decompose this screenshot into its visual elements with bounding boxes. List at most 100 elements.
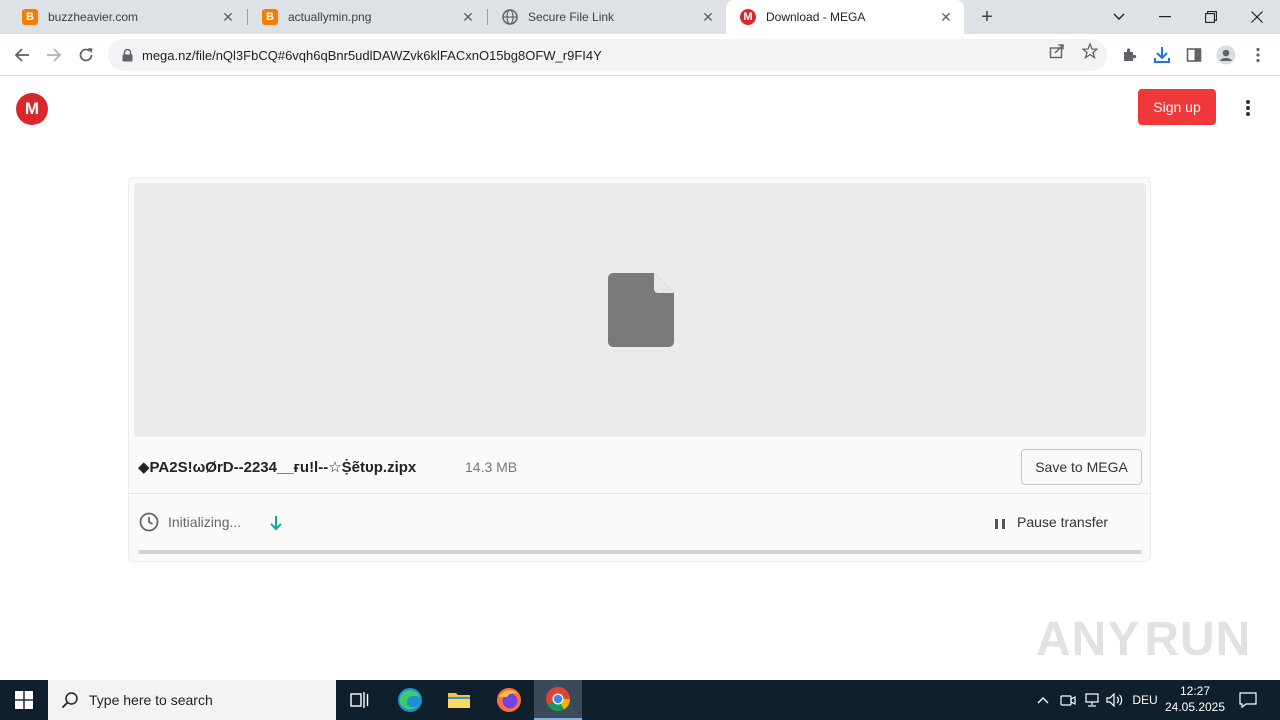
tab-secure-file-link[interactable]: Secure File Link ✕: [488, 0, 726, 34]
file-icon: [608, 273, 674, 347]
menu-dot: [1246, 112, 1250, 116]
arrow-left-icon: [14, 48, 29, 62]
chevron-up-icon: [1037, 697, 1049, 704]
minimize-button[interactable]: [1142, 0, 1188, 34]
restore-button[interactable]: [1188, 0, 1234, 34]
transfer-status: Initializing...: [168, 514, 242, 530]
camera-icon: [1060, 695, 1076, 706]
pause-icon[interactable]: [995, 519, 1005, 529]
sign-up-button[interactable]: Sign up: [1138, 89, 1216, 125]
blogger-icon: B: [262, 9, 278, 25]
file-name: ◆PA2S!ωØrD--2234__ғu!l--☆Ṩẽtυp.zipx: [138, 459, 417, 476]
page-menu-button[interactable]: [1238, 97, 1258, 119]
share-icon: [1049, 44, 1064, 59]
taskbar-search-box[interactable]: Type here to search: [48, 680, 336, 720]
meet-now-tray[interactable]: [1058, 680, 1078, 720]
show-hidden-icons-button[interactable]: [1034, 680, 1052, 720]
close-icon[interactable]: ✕: [700, 9, 716, 25]
download-card: ◆PA2S!ωØrD--2234__ғu!l--☆Ṩẽtυp.zipx 14.3…: [128, 177, 1151, 562]
watermark-text-left: ANY: [1036, 612, 1141, 666]
start-button[interactable]: [0, 680, 48, 720]
tab-title: Download - MEGA: [766, 10, 866, 24]
menu-dot: [1246, 100, 1250, 104]
minimize-icon: [1159, 16, 1171, 18]
taskbar-chrome[interactable]: [534, 680, 582, 720]
close-window-button[interactable]: [1234, 0, 1280, 34]
puzzle-icon: [1124, 48, 1137, 61]
speaker-icon: [1106, 693, 1123, 707]
side-panel-button[interactable]: [1183, 44, 1205, 66]
star-icon: [1082, 43, 1098, 59]
chrome-icon: [546, 687, 570, 712]
taskbar-edge[interactable]: [386, 680, 434, 720]
avatar-icon: [1216, 45, 1236, 65]
notifications-button[interactable]: [1236, 680, 1260, 720]
close-icon: [1251, 11, 1263, 23]
mega-icon: M: [740, 9, 756, 25]
tab-strip: B buzzheavier.com ✕ B actuallymin.png ✕ …: [0, 0, 1280, 34]
volume-tray[interactable]: [1105, 680, 1125, 720]
windows-taskbar: Type here to search DEU 12:27 24.05.2025: [0, 680, 1280, 720]
lock-icon[interactable]: [120, 48, 134, 62]
tab-title: actuallymin.png: [288, 10, 372, 24]
mega-logo[interactable]: M: [16, 93, 48, 125]
folder-icon: [448, 693, 470, 708]
kebab-menu-icon: [1256, 47, 1260, 63]
tab-title: Secure File Link: [528, 10, 615, 24]
back-button[interactable]: [8, 41, 36, 69]
arrow-right-icon: [47, 48, 62, 62]
tab-title: buzzheavier.com: [48, 10, 139, 24]
tab-buzzheavier[interactable]: B buzzheavier.com ✕: [8, 0, 246, 34]
browser-toolbar: mega.nz/file/nQl3FbCQ#6vqh6qBnr5udlDAWZv…: [0, 34, 1280, 76]
network-tray[interactable]: [1082, 680, 1102, 720]
menu-dot: [1246, 106, 1250, 110]
arrow-down-icon: [270, 516, 282, 531]
tab-download-mega[interactable]: M Download - MEGA ✕: [726, 0, 964, 34]
downloads-button[interactable]: [1151, 44, 1173, 66]
file-size: 14.3 MB: [465, 459, 518, 475]
profile-button[interactable]: [1215, 44, 1237, 66]
new-tab-button[interactable]: +: [976, 6, 998, 28]
transfer-status-row: Initializing... Pause transfer: [129, 495, 1150, 554]
globe-icon: [502, 9, 518, 25]
taskbar-clock[interactable]: 12:27 24.05.2025: [1160, 683, 1230, 715]
language-indicator[interactable]: DEU: [1130, 680, 1160, 720]
close-icon[interactable]: ✕: [460, 9, 476, 25]
extensions-button[interactable]: [1119, 44, 1141, 66]
file-info-row: ◆PA2S!ωØrD--2234__ғu!l--☆Ṩẽtυp.zipx 14.3…: [129, 440, 1150, 494]
search-icon: [61, 692, 78, 709]
clock-time: 12:27: [1179, 684, 1211, 698]
reload-button[interactable]: [72, 41, 100, 69]
tab-actuallymin[interactable]: B actuallymin.png ✕: [248, 0, 486, 34]
tab-search-button[interactable]: [1096, 0, 1142, 34]
watermark-text-right: RUN: [1144, 612, 1252, 666]
clock-icon: [139, 512, 159, 532]
forward-button[interactable]: [40, 41, 68, 69]
chevron-down-icon: [1113, 13, 1125, 20]
blogger-icon: B: [22, 9, 38, 25]
close-icon[interactable]: ✕: [938, 9, 954, 25]
taskbar-file-explorer[interactable]: [435, 680, 483, 720]
address-bar[interactable]: mega.nz/file/nQl3FbCQ#6vqh6qBnr5udlDAWZv…: [108, 39, 1107, 71]
progress-bar: [138, 550, 1142, 554]
clock-date: 24.05.2025: [1164, 700, 1226, 714]
edge-icon: [398, 688, 422, 712]
network-icon: [1085, 693, 1099, 707]
download-icon: [1154, 47, 1170, 63]
close-icon[interactable]: ✕: [220, 9, 236, 25]
task-view-button[interactable]: [336, 680, 384, 720]
url-text[interactable]: mega.nz/file/nQl3FbCQ#6vqh6qBnr5udlDAWZv…: [142, 48, 602, 63]
anyrun-watermark: ANY RUN: [1036, 606, 1250, 672]
side-panel-icon: [1186, 48, 1202, 62]
reload-icon: [79, 48, 93, 62]
bookmark-button[interactable]: [1081, 42, 1099, 60]
share-button[interactable]: [1048, 42, 1066, 60]
save-to-mega-button[interactable]: Save to MEGA: [1021, 449, 1142, 485]
file-preview: [134, 183, 1146, 437]
taskbar-firefox[interactable]: [485, 680, 533, 720]
restore-icon: [1205, 11, 1217, 23]
taskbar-search-placeholder[interactable]: Type here to search: [89, 692, 213, 708]
notification-icon: [1239, 692, 1257, 708]
browser-menu-button[interactable]: [1247, 44, 1269, 66]
pause-transfer-button[interactable]: Pause transfer: [1017, 514, 1108, 530]
